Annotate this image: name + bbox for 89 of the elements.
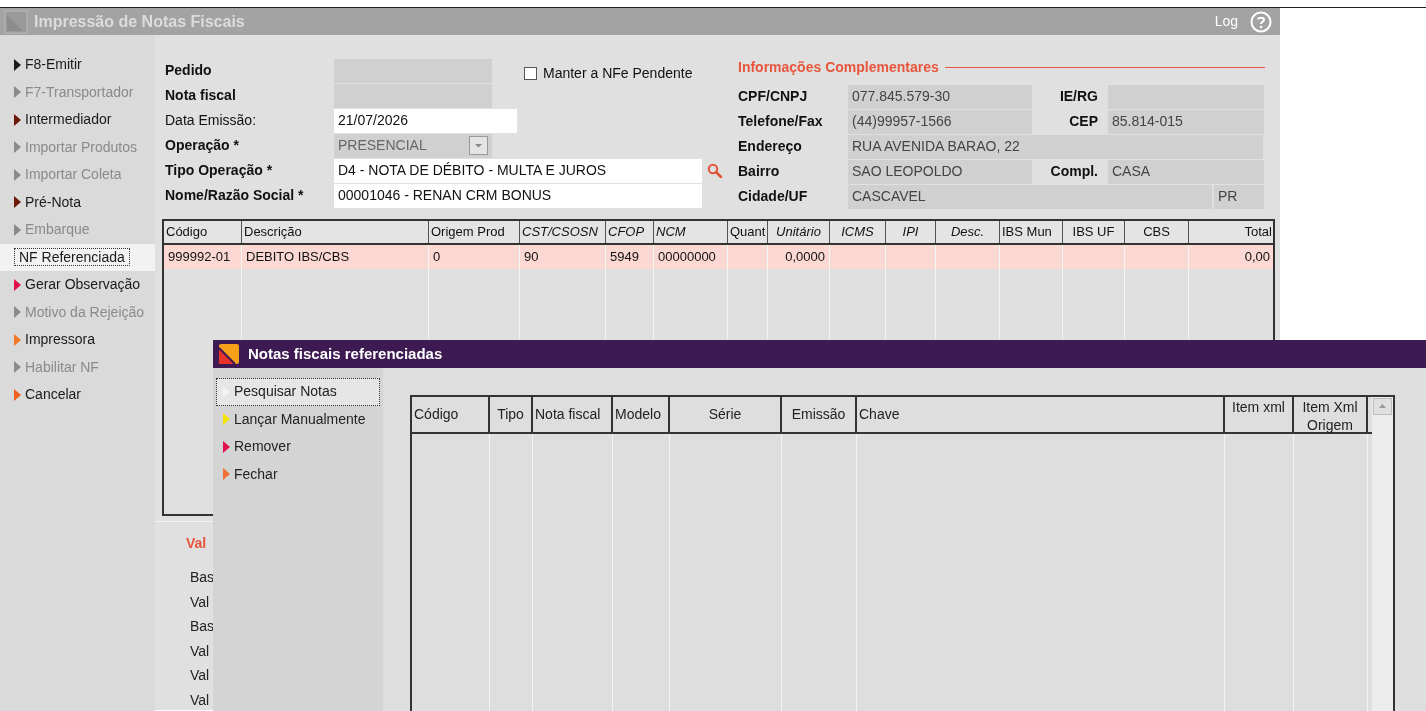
read-only-field: CASA: [1108, 159, 1264, 184]
input-field[interactable]: 00001046 - RENAN CRM BONUS: [334, 183, 702, 208]
sidebar-item[interactable]: Cancelar: [0, 381, 155, 409]
field-label: Val: [190, 690, 211, 710]
field-label: Nota fiscal: [165, 86, 237, 105]
search-icon[interactable]: [707, 162, 723, 179]
field-label: Tipo Operação *: [165, 161, 274, 180]
field-label: Endereço: [738, 137, 803, 156]
operation-select[interactable]: PRESENCIAL: [334, 133, 492, 158]
table-row[interactable]: 999992-01 DEBITO IBS/CBS 0 90 5949 00000000 0,0000 0,00: [164, 245, 1273, 269]
column-header[interactable]: Origem Prod: [429, 221, 520, 243]
field-label: Operação *: [165, 136, 240, 155]
section-title: Informações Complementares: [738, 57, 939, 77]
column-header[interactable]: Chave: [857, 397, 1225, 432]
column-header[interactable]: Quant: [728, 221, 768, 243]
input-field[interactable]: 21/07/2026: [334, 108, 517, 133]
field-label: Compl.: [1049, 162, 1099, 181]
column-header[interactable]: CFOP: [606, 221, 654, 243]
sidebar-item[interactable]: Pré-Nota: [0, 188, 155, 216]
column-header[interactable]: ICMS: [830, 221, 886, 243]
table-cell: 90: [524, 249, 539, 264]
table-cell: 999992-01: [168, 249, 231, 264]
column-header[interactable]: CBS: [1125, 221, 1189, 243]
section-title: Val: [186, 534, 208, 553]
field-label: CEP: [1068, 112, 1099, 131]
scrollbar[interactable]: [1372, 397, 1393, 711]
column-header[interactable]: NCM: [654, 221, 728, 243]
field-label: Telefone/Fax: [738, 112, 824, 131]
table-cell: 0,00: [1244, 249, 1270, 264]
sidebar-item[interactable]: F8-Emitir: [0, 51, 155, 79]
column-header[interactable]: IPI: [886, 221, 936, 243]
input-field[interactable]: [334, 83, 492, 108]
field-label: Val: [190, 641, 211, 661]
column-header[interactable]: Desc.: [936, 221, 1000, 243]
column-header[interactable]: Código: [412, 397, 490, 432]
help-icon[interactable]: [1250, 10, 1272, 33]
field-label: Cidade/UF: [738, 187, 809, 206]
table-cell: 5949: [610, 249, 639, 264]
field-label: Pedido: [165, 61, 213, 80]
column-header[interactable]: CST/CSOSN: [520, 221, 606, 243]
field-label: Val: [190, 592, 211, 612]
read-only-field: CASCAVEL: [848, 184, 1212, 209]
field-label: Bas: [190, 617, 216, 636]
dialog-title: Notas fiscais referenciadas: [248, 343, 443, 364]
column-header[interactable]: Item xml: [1225, 397, 1294, 432]
column-header[interactable]: Nota fiscal: [533, 397, 613, 432]
column-header[interactable]: Tipo: [490, 397, 533, 432]
table-cell: 0,0000: [785, 249, 825, 264]
action-item[interactable]: Lançar Manualmente: [216, 405, 380, 433]
field-label: CPF/CNPJ: [738, 87, 809, 106]
read-only-field: 85.814-015: [1108, 109, 1264, 134]
field-label: Bairro: [738, 162, 781, 181]
field-label: Bas: [190, 568, 216, 587]
read-only-field: PR: [1214, 184, 1264, 209]
sidebar-item[interactable]: NF Referenciada: [0, 243, 155, 271]
column-header[interactable]: Total: [1189, 221, 1273, 243]
dropdown-icon[interactable]: [469, 136, 488, 155]
column-header[interactable]: Código: [164, 221, 242, 243]
sidebar-item[interactable]: Gerar Observação: [0, 271, 155, 299]
sidebar-item[interactable]: Intermediador: [0, 106, 155, 134]
read-only-field: (44)99957-1566: [848, 109, 1032, 134]
action-item[interactable]: Fechar: [216, 460, 380, 488]
logo-icon: [218, 343, 240, 365]
column-header[interactable]: Descrição: [242, 221, 429, 243]
column-header[interactable]: Unitário: [768, 221, 830, 243]
column-header[interactable]: Série: [670, 397, 782, 432]
input-field[interactable]: D4 - NOTA DE DÉBITO - MULTA E JUROS: [334, 158, 702, 183]
table-cell: 00000000: [658, 249, 716, 264]
column-header[interactable]: Modelo: [613, 397, 670, 432]
read-only-field: RUA AVENIDA BARAO, 22: [848, 134, 1263, 159]
window-title: Impressão de Notas Fiscais: [34, 11, 245, 32]
column-header[interactable]: Item Xml Origem: [1294, 397, 1368, 432]
action-item[interactable]: Pesquisar Notas: [216, 378, 380, 406]
column-header[interactable]: IBS Mun: [1000, 221, 1063, 243]
checkbox[interactable]: [524, 67, 537, 80]
field-label: Nome/Razão Social *: [165, 186, 305, 205]
field-label: IE/RG: [1058, 87, 1099, 106]
action-item[interactable]: Remover: [216, 433, 380, 461]
table-cell: 0: [433, 249, 441, 264]
read-only-field: SAO LEOPOLDO: [848, 159, 1032, 184]
column-header[interactable]: Emissão: [782, 397, 857, 432]
scroll-up-icon[interactable]: [1373, 398, 1392, 415]
column-header[interactable]: IBS UF: [1063, 221, 1125, 243]
sidebar-item[interactable]: Impressora: [0, 326, 155, 354]
field-label: Data Emissão:: [165, 111, 258, 130]
table-cell: DEBITO IBS/CBS: [246, 249, 350, 264]
field-label: Val: [190, 666, 211, 685]
checkbox-label: Manter a NFe Pendente: [543, 64, 693, 83]
read-only-field: 077.845.579-30: [848, 84, 1032, 109]
